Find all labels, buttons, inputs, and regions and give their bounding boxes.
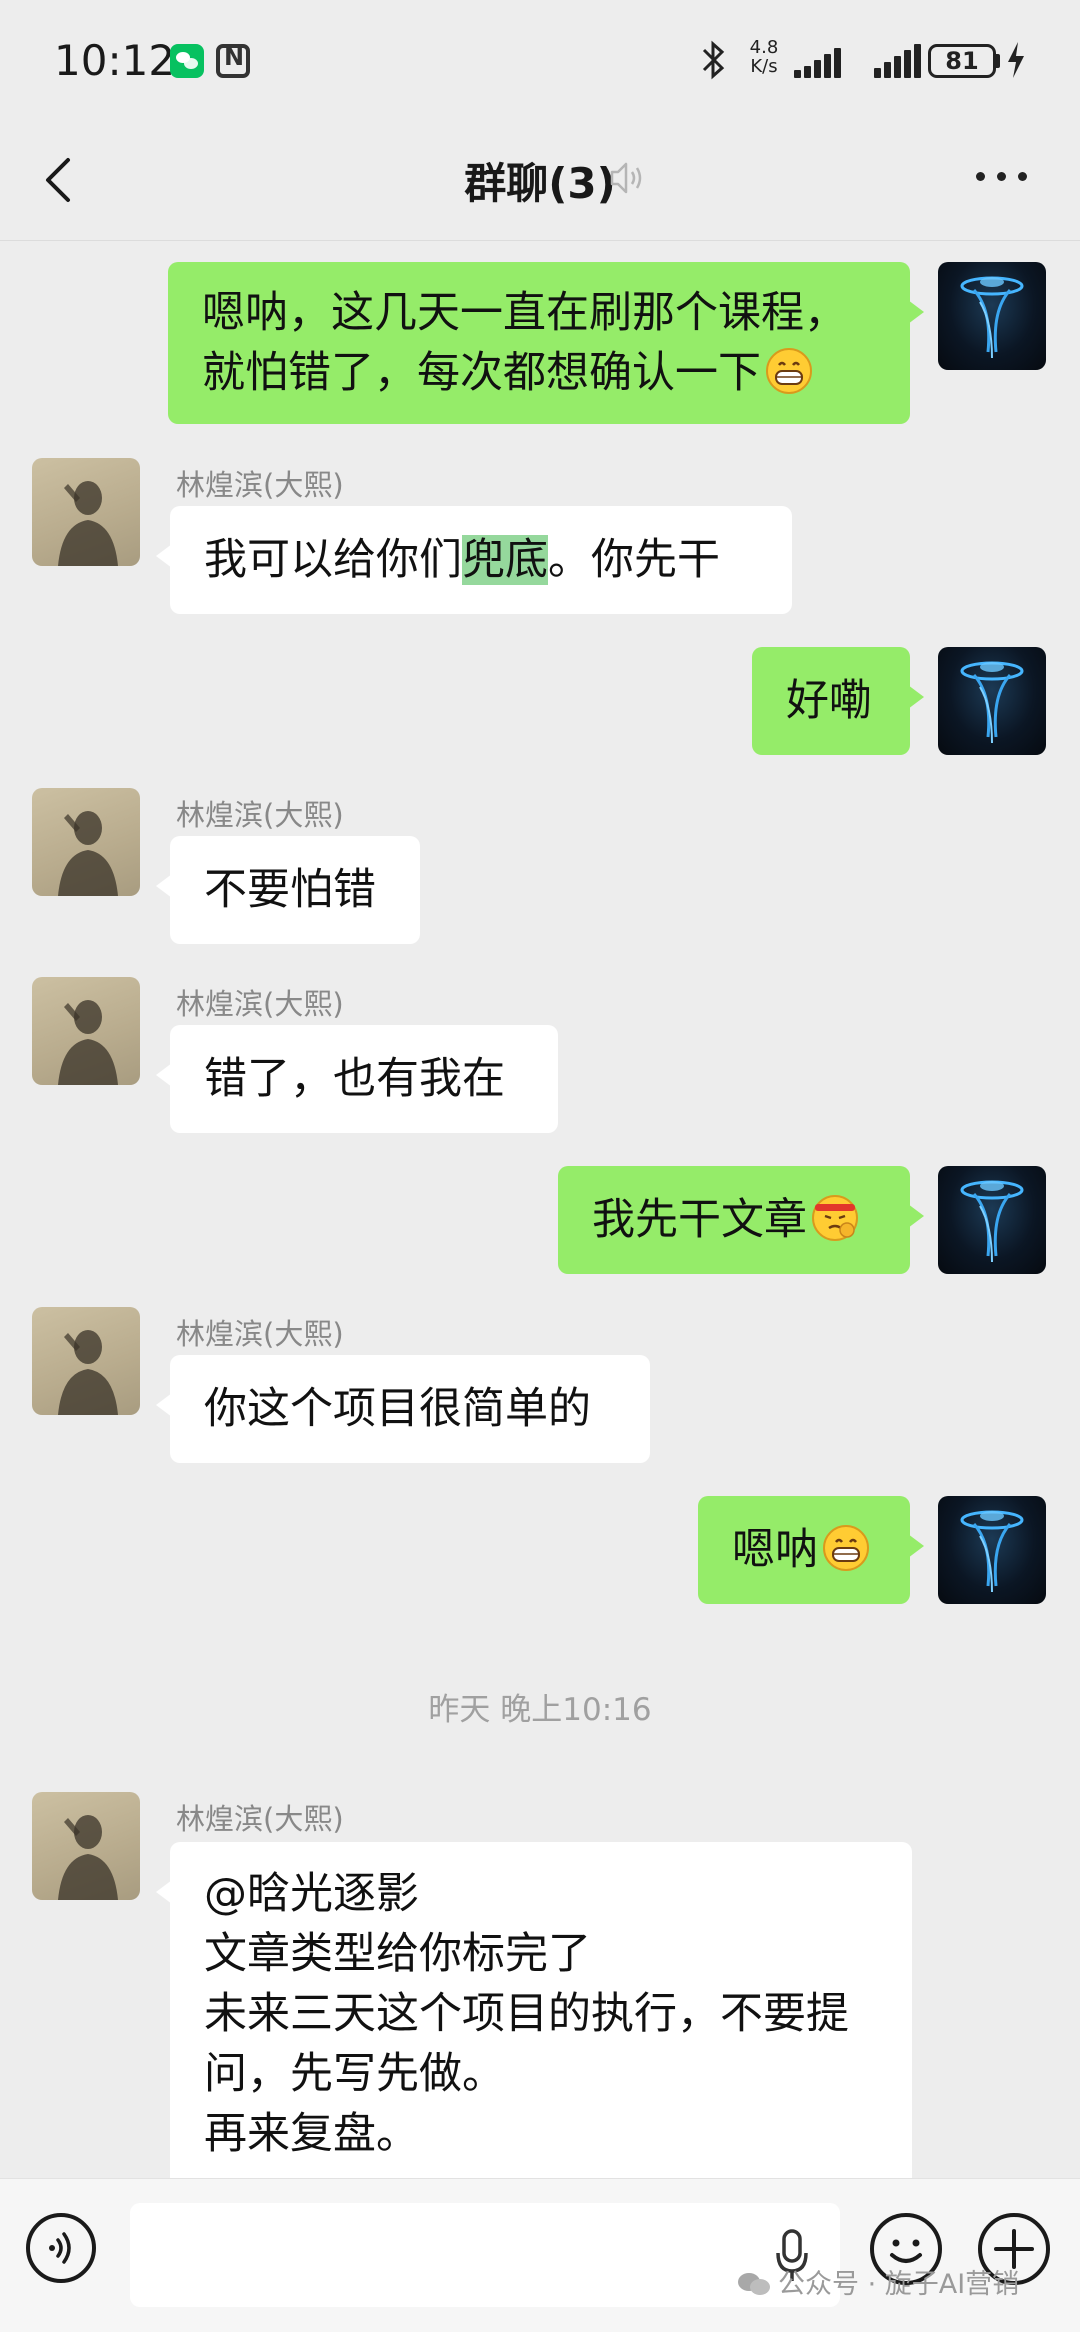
sender-name: 林煌滨(大熙)	[176, 987, 344, 1021]
watermark-text: 公众号 · 旋子AI营销	[778, 2269, 1020, 2300]
message-text: 。你先干	[548, 535, 720, 585]
wechat-watermark-icon	[738, 2273, 770, 2295]
message-timestamp: 昨天 晚上10:16	[428, 1692, 652, 1728]
message-text: 你这个项目很简单的	[204, 1384, 591, 1434]
nfc-icon	[216, 43, 250, 78]
message-text: 好嘞	[786, 676, 872, 726]
message-text: 我可以给你们	[204, 535, 462, 585]
determined-emoji-icon	[812, 1195, 858, 1241]
message-text: 错了，也有我在	[204, 1054, 505, 1104]
grin-emoji-icon	[823, 1525, 869, 1571]
wechat-notification-icon	[170, 44, 204, 78]
battery-level: 81	[945, 47, 979, 75]
battery-cap	[996, 54, 1000, 68]
message-text: 嗯呐，这几天一直在刷那个课程，	[202, 288, 847, 338]
message-text: 不要怕错	[204, 865, 376, 915]
message-text: 未来三天这个项目的执行，不要提	[204, 1989, 849, 2039]
message-bubble[interactable]: 嗯呐，这几天一直在刷那个课程， 就怕错了，每次都想确认一下	[168, 262, 924, 424]
message-bubble[interactable]: 我先干文章	[558, 1166, 924, 1274]
message-text: 再来复盘。	[204, 2109, 419, 2159]
chat-header: 群聊(3)	[0, 120, 1080, 241]
net-speed: 4.8 K/s	[742, 38, 786, 76]
battery-icon: 81	[928, 44, 996, 78]
message-text: 我先干文章	[592, 1195, 807, 1245]
charging-icon	[1008, 42, 1024, 78]
more-icon[interactable]	[976, 172, 1028, 184]
message-bubble[interactable]: @晗光逐影 文章类型给你标完了 未来三天这个项目的执行，不要提 问，先写先做。 …	[156, 1842, 912, 2178]
highlighted-text: 兜底	[462, 535, 548, 585]
self-avatar[interactable]	[938, 1496, 1046, 1604]
grin-emoji-icon	[766, 348, 812, 394]
status-time: 10:12	[54, 36, 176, 85]
sender-name: 林煌滨(大熙)	[176, 1802, 344, 1836]
net-speed-unit: K/s	[750, 56, 778, 77]
message-bubble[interactable]: 我可以给你们兜底。你先干	[156, 506, 792, 614]
bluetooth-icon	[702, 40, 725, 80]
message-bubble[interactable]: 错了，也有我在	[156, 1025, 558, 1133]
contact-avatar[interactable]	[32, 1792, 140, 1900]
self-avatar[interactable]	[938, 1166, 1046, 1274]
message-bubble[interactable]: 不要怕错	[156, 836, 420, 944]
signal-icon	[794, 44, 850, 78]
message-text: 就怕错了，每次都想确认一下	[202, 348, 761, 398]
self-avatar[interactable]	[938, 647, 1046, 755]
message-bubble[interactable]: 你这个项目很简单的	[156, 1355, 650, 1463]
message-text: @晗光逐影	[204, 1869, 419, 1919]
contact-avatar[interactable]	[32, 1307, 140, 1415]
chat-title: 群聊(3)	[464, 159, 616, 208]
contact-avatar[interactable]	[32, 977, 140, 1085]
status-bar: 10:12 4.8 K/s 81	[0, 0, 1080, 120]
contact-avatar[interactable]	[32, 788, 140, 896]
input-bar	[0, 2178, 1080, 2332]
mute-icon	[610, 162, 642, 194]
signal-icon	[874, 44, 930, 78]
sender-name: 林煌滨(大熙)	[176, 468, 344, 502]
message-bubble[interactable]: 嗯呐	[698, 1496, 924, 1604]
net-speed-value: 4.8	[749, 37, 779, 58]
watermark: 公众号 · 旋子AI营销	[736, 2262, 1019, 2301]
sender-name: 林煌滨(大熙)	[176, 1317, 344, 1351]
message-text: 文章类型给你标完了	[204, 1929, 591, 1979]
self-avatar[interactable]	[938, 262, 1046, 370]
message-bubble[interactable]: 好嘞	[752, 647, 924, 755]
message-input[interactable]	[130, 2203, 840, 2307]
message-text: 嗯呐	[732, 1525, 818, 1575]
sender-name: 林煌滨(大熙)	[176, 798, 344, 832]
contact-avatar[interactable]	[32, 458, 140, 566]
message-text: 问，先写先做。	[204, 2049, 505, 2099]
voice-icon[interactable]	[26, 2213, 96, 2283]
